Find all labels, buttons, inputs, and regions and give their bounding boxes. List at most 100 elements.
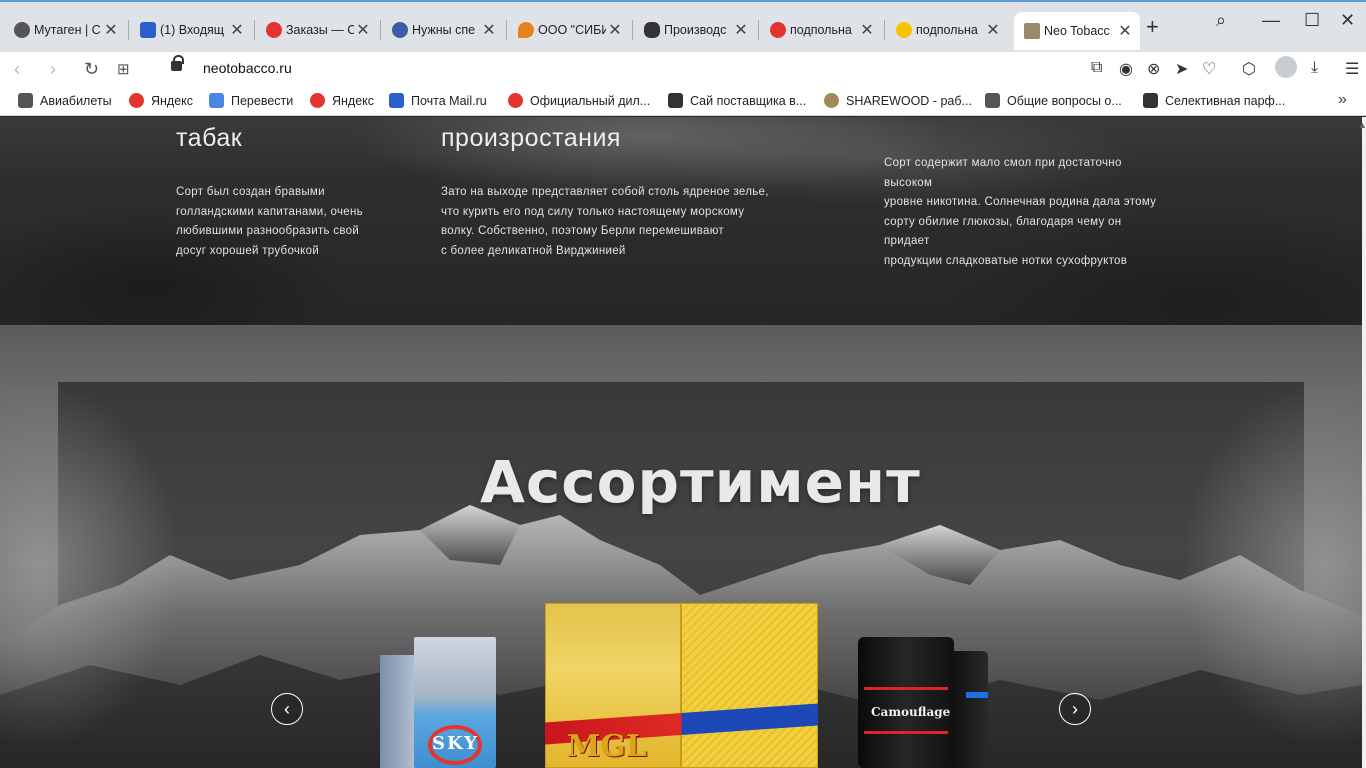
close-icon[interactable]: ✕ — [228, 20, 246, 40]
orders-icon — [266, 22, 282, 38]
bookmark-label: Перевести — [231, 93, 294, 108]
avatar[interactable] — [1275, 56, 1297, 78]
camera-icon[interactable]: ◉ — [1119, 59, 1133, 79]
text-line: высоком — [884, 176, 933, 189]
tab-3[interactable]: Нужны спе ✕ — [382, 10, 504, 50]
yandex-icon — [770, 22, 786, 38]
product-brand: SKY — [432, 733, 480, 754]
scrollbar[interactable] — [1362, 117, 1366, 768]
pack-accent — [864, 687, 948, 690]
bookmark-item[interactable]: Селективная парф... — [1143, 93, 1285, 108]
close-icon[interactable]: ✕ — [354, 20, 372, 40]
tab-5[interactable]: Производс ✕ — [634, 10, 756, 50]
tab-separator — [380, 20, 381, 40]
tab-favicon — [14, 22, 30, 38]
chevron-right-icon[interactable]: › — [1059, 693, 1091, 725]
heart-icon[interactable]: ♡ — [1202, 59, 1216, 79]
bookmark-item[interactable]: Яндекс — [310, 93, 374, 108]
minimize-icon[interactable]: — — [1262, 10, 1280, 31]
product-mgl[interactable]: MGL — [545, 603, 818, 768]
mail-icon — [389, 93, 404, 108]
tab-title: Нужны спе — [412, 23, 476, 37]
document-icon — [985, 93, 1000, 108]
bookmark-label: Общие вопросы о... — [1007, 93, 1122, 108]
column-title: произростания — [441, 124, 621, 152]
url-field[interactable]: neotobacco.ru — [203, 60, 292, 76]
text-line: что курить его под силу только настоящем… — [441, 205, 745, 218]
close-icon[interactable]: ✕ — [606, 20, 624, 40]
bookmark-item[interactable]: Перевести — [209, 93, 293, 108]
share-icon[interactable]: ⧉ — [1091, 59, 1102, 77]
pack-back — [948, 651, 988, 768]
search-icon[interactable]: ⌕ — [1216, 10, 1226, 31]
window-close-icon[interactable]: ✕ — [1340, 10, 1355, 31]
close-icon[interactable]: ✕ — [732, 20, 750, 40]
bookmark-item[interactable]: Общие вопросы о... — [985, 93, 1122, 108]
sharewood-icon — [824, 93, 839, 108]
document-icon — [18, 93, 33, 108]
bookmark-label: Яндекс — [332, 93, 375, 108]
text-line: Зато на выходе представляет собой столь … — [441, 186, 769, 198]
bookmark-label: Яндекс — [151, 93, 194, 108]
section-title: Ассортимент — [480, 448, 921, 516]
bookmark-label: SHAREWOOD - раб... — [846, 93, 972, 108]
product-camouflage[interactable]: Camouflage — [858, 637, 988, 768]
chevron-double-right-icon[interactable]: » — [1338, 91, 1347, 109]
bookmark-item[interactable]: Авиабилеты — [18, 93, 112, 108]
column-title: табак — [176, 124, 243, 152]
cube-icon[interactable]: ⬡ — [1242, 59, 1256, 79]
text-line: Сорт содержит мало смол при достаточно — [884, 157, 1122, 169]
maximize-icon[interactable]: ☐ — [1304, 10, 1320, 31]
pack-accent — [966, 692, 988, 698]
close-icon[interactable]: ✕ — [1116, 21, 1134, 41]
close-icon[interactable]: ✕ — [480, 20, 498, 40]
column-text: Зато на выходе представляет собой столь … — [441, 183, 821, 261]
product-sky[interactable]: SKY — [380, 637, 496, 768]
product-brand: Camouflage — [871, 705, 951, 719]
bookmark-item[interactable]: Яндекс — [129, 93, 193, 108]
text-line: Сорт был создан бравыми — [176, 186, 325, 198]
tab-4[interactable]: ООО "СИБИ ✕ — [508, 10, 630, 50]
download-icon[interactable]: ⤓ — [1311, 59, 1318, 77]
menu-icon[interactable]: ☰ — [1345, 59, 1359, 79]
tab-0[interactable]: Мутаген | С ✕ — [4, 10, 126, 50]
forward-icon[interactable]: › — [50, 58, 56, 80]
tab-separator — [758, 20, 759, 40]
tab-separator — [254, 20, 255, 40]
back-icon[interactable]: ‹ — [14, 58, 20, 80]
assortment-section: Ассортимент SKY MGL Camouflage ‹ › — [0, 325, 1362, 768]
grid-icon[interactable]: ⊞ — [117, 59, 130, 81]
bookmark-item[interactable]: Официальный дил... — [508, 93, 650, 108]
close-icon[interactable]: ✕ — [858, 20, 876, 40]
tab-separator — [884, 20, 885, 40]
tab-active[interactable]: Neo Tobacc ✕ — [1014, 12, 1140, 50]
bookmarks-bar: Авиабилеты Яндекс Перевести Яндекс Почта… — [0, 86, 1366, 116]
chevron-left-icon[interactable]: ‹ — [271, 693, 303, 725]
perfume-icon — [668, 93, 683, 108]
tab-title: Neo Tobacc — [1044, 24, 1110, 38]
play-icon — [896, 22, 912, 38]
bookmark-item[interactable]: Почта Mail.ru — [389, 93, 487, 108]
bookmark-item[interactable]: SHAREWOOD - раб... — [824, 93, 972, 108]
tab-7[interactable]: подпольна ✕ — [886, 10, 1008, 50]
send-icon[interactable]: ➤ — [1175, 59, 1188, 79]
block-icon[interactable]: ⊗ — [1147, 59, 1160, 79]
fog-effect — [0, 325, 260, 768]
reload-icon[interactable]: ↻ — [84, 58, 99, 80]
tab-1[interactable]: (1) Входящ ✕ — [130, 10, 252, 50]
close-icon[interactable]: ✕ — [984, 20, 1002, 40]
bookmark-item[interactable]: Сай поставщика в... — [668, 93, 806, 108]
tab-6[interactable]: подпольна ✕ — [760, 10, 882, 50]
tab-2[interactable]: Заказы — С ✕ — [256, 10, 378, 50]
perfume-icon — [1143, 93, 1158, 108]
close-icon[interactable]: ✕ — [102, 20, 120, 40]
text-line: любившими разнообразить свой — [176, 225, 360, 237]
text-line: голландскими капитанами, очень — [176, 205, 363, 218]
lock-icon[interactable] — [171, 55, 184, 71]
huawei-icon — [508, 93, 523, 108]
translate-icon — [209, 93, 224, 108]
scroll-up-icon[interactable]: ▲ — [1358, 120, 1366, 130]
plus-icon[interactable]: + — [1146, 14, 1159, 40]
tab-strip: Мутаген | С ✕ (1) Входящ ✕ Заказы — С ✕ … — [0, 0, 1366, 52]
site-favicon-icon — [1024, 23, 1040, 39]
